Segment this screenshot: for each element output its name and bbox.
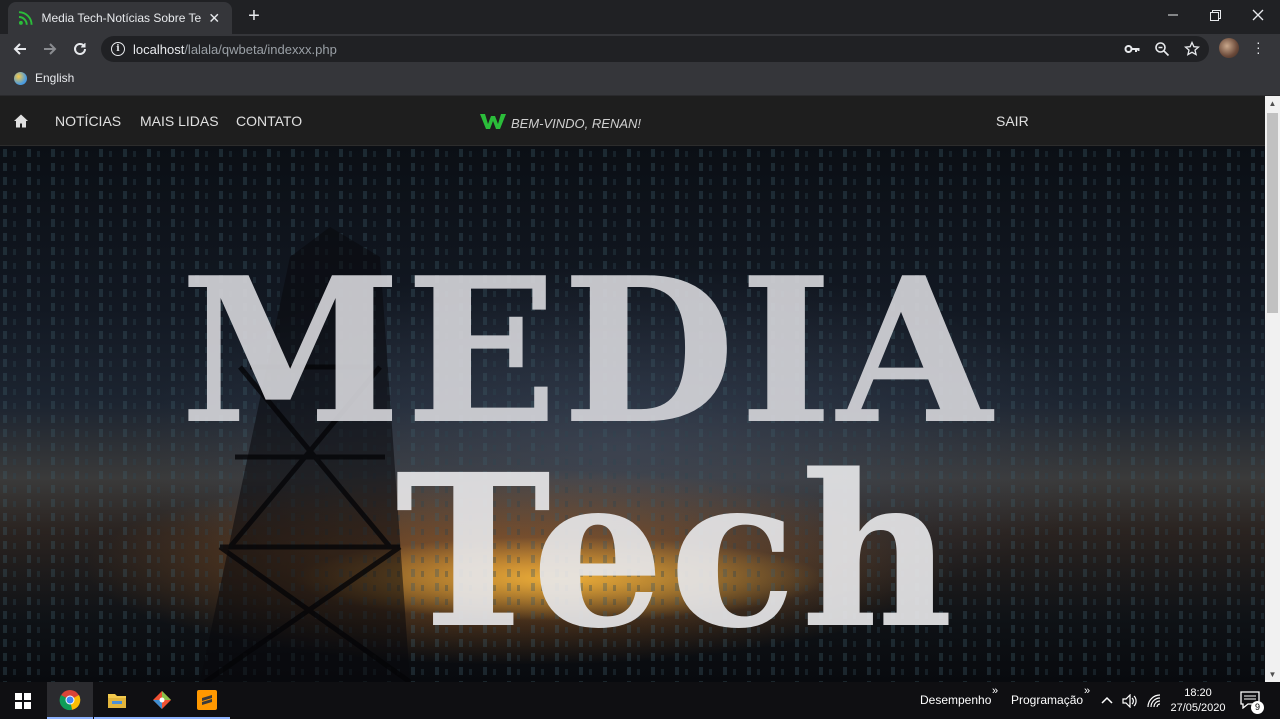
tab-strip: Media Tech-Notícias Sobre Tecnologia ✕ + xyxy=(0,0,1280,34)
hero-logo-media: MEDIA xyxy=(180,234,996,469)
notification-count-badge: 9 xyxy=(1251,701,1264,714)
speaker-icon[interactable] xyxy=(1122,694,1138,708)
chevron-up-icon[interactable] xyxy=(1101,695,1113,705)
forward-button[interactable] xyxy=(39,38,61,60)
nav-link-mais-lidas[interactable]: MAIS LIDAS xyxy=(140,113,219,129)
taskbar-sublime[interactable] xyxy=(184,682,230,719)
site-info-icon[interactable]: i xyxy=(111,42,125,56)
url-path: /lalala/qwbeta/indexxx.php xyxy=(184,41,337,57)
home-icon[interactable] xyxy=(13,113,29,129)
git-icon xyxy=(153,690,171,709)
windows-logo-icon xyxy=(15,692,31,709)
browser-tab[interactable]: Media Tech-Notícias Sobre Tecnologia ✕ xyxy=(8,2,232,34)
nav-link-noticias[interactable]: NOTÍCIAS xyxy=(55,113,121,129)
close-window-button[interactable] xyxy=(1235,0,1280,30)
welcome-text: BEM-VINDO, RENAN! xyxy=(511,116,642,131)
new-tab-button[interactable]: + xyxy=(244,6,264,26)
browser-menu-icon[interactable]: · · · xyxy=(1256,35,1262,59)
restore-icon xyxy=(1209,9,1221,21)
address-bar[interactable]: i localhost/lalala/qwbeta/indexxx.php xyxy=(101,36,1209,62)
sublime-text-icon xyxy=(197,689,217,710)
taskbar-git[interactable] xyxy=(139,682,185,719)
bookmark-english[interactable]: English xyxy=(14,71,74,85)
start-button[interactable] xyxy=(0,682,46,719)
hero-logo-tech: Tech xyxy=(395,428,958,675)
minimize-icon xyxy=(1168,14,1178,16)
arrow-right-icon xyxy=(44,43,57,55)
rss-feed-icon xyxy=(18,11,33,25)
close-icon xyxy=(1252,9,1264,21)
profile-avatar[interactable] xyxy=(1219,38,1239,58)
reload-button[interactable] xyxy=(69,38,91,60)
windows-taskbar: Desempenho » Programação » 18:20 27/05/2… xyxy=(0,682,1280,719)
scrollbar-thumb[interactable] xyxy=(1267,113,1278,313)
zoom-icon[interactable] xyxy=(1154,41,1170,57)
scroll-down-icon[interactable]: ▼ xyxy=(1265,667,1280,682)
action-center-button[interactable]: 9 xyxy=(1240,691,1264,714)
close-tab-icon[interactable]: ✕ xyxy=(207,10,223,27)
key-icon[interactable] xyxy=(1124,41,1140,57)
w-logo-icon xyxy=(480,113,506,129)
site-navbar: NOTÍCIAS MAIS LIDAS CONTATO BEM-VINDO, R… xyxy=(0,96,1265,146)
hero-banner: MEDIA Tech xyxy=(0,147,1265,682)
clock-date: 27/05/2020 xyxy=(1170,702,1226,714)
reload-icon xyxy=(74,42,86,55)
taskbar-file-explorer[interactable] xyxy=(94,682,140,719)
bookmark-label: English xyxy=(35,71,75,85)
browser-toolbar: i localhost/lalala/qwbeta/indexxx.php xyxy=(0,34,1280,64)
logout-link[interactable]: SAIR xyxy=(996,113,1029,129)
arrow-left-icon xyxy=(13,43,26,55)
page-scrollbar[interactable]: ▲ ▼ xyxy=(1265,96,1280,682)
chrome-icon xyxy=(59,689,81,710)
scroll-up-icon[interactable]: ▲ xyxy=(1265,96,1280,111)
minimize-button[interactable] xyxy=(1150,0,1196,30)
system-clock[interactable]: 18:20 27/05/2020 xyxy=(1168,686,1228,716)
tab-title: Media Tech-Notícias Sobre Tecnologia xyxy=(41,11,201,25)
bookmarks-bar: English xyxy=(0,64,1280,96)
back-button[interactable] xyxy=(9,38,31,60)
double-chevron-icon[interactable]: » xyxy=(992,685,998,697)
toolbar-desempenho[interactable]: Desempenho xyxy=(920,693,991,707)
nav-link-contato[interactable]: CONTATO xyxy=(236,113,302,129)
restore-button[interactable] xyxy=(1192,0,1238,30)
toolbar-programacao[interactable]: Programação xyxy=(1011,693,1083,707)
star-bookmark-icon[interactable] xyxy=(1184,41,1200,57)
page-viewport: NOTÍCIAS MAIS LIDAS CONTATO BEM-VINDO, R… xyxy=(0,96,1265,682)
taskbar-chrome[interactable] xyxy=(47,682,93,719)
clock-time: 18:20 xyxy=(1184,687,1212,699)
wifi-icon[interactable] xyxy=(1147,694,1163,708)
double-chevron-icon[interactable]: » xyxy=(1084,685,1090,697)
folder-icon xyxy=(108,693,126,708)
globe-icon xyxy=(14,71,27,85)
url-host: localhost xyxy=(133,41,185,57)
welcome-message: BEM-VINDO, RENAN! xyxy=(479,110,641,131)
